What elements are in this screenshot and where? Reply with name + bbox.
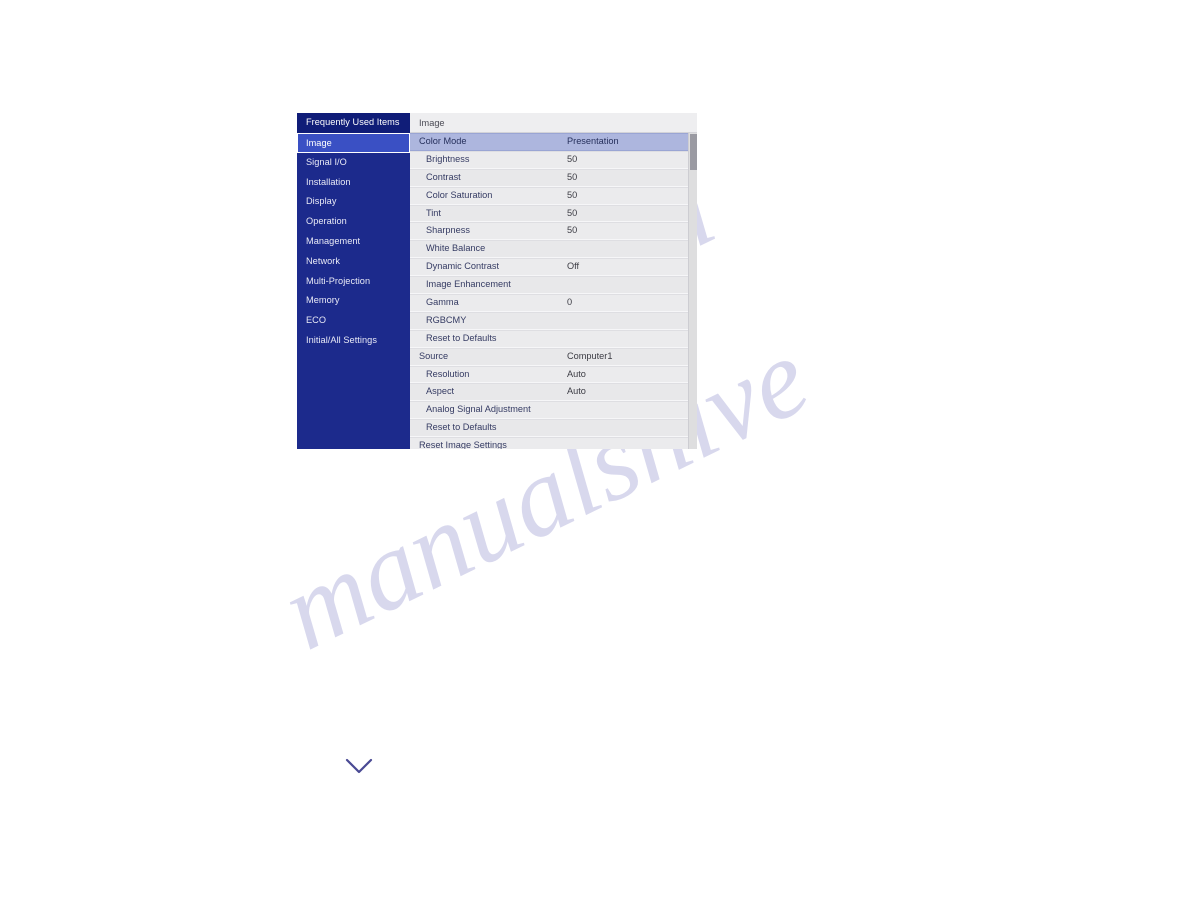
setting-label: Resolution bbox=[426, 368, 470, 379]
setting-row[interactable]: Reset Image Settings bbox=[410, 437, 688, 449]
setting-row[interactable]: Color Mode Presentation bbox=[410, 133, 688, 151]
setting-row[interactable]: Contrast 50 bbox=[410, 168, 688, 187]
setting-label: RGBCMY bbox=[426, 314, 467, 325]
setting-row[interactable]: White Balance bbox=[410, 240, 688, 259]
setting-label: Brightness bbox=[426, 153, 470, 164]
sidebar-item-management[interactable]: Management bbox=[297, 232, 410, 252]
setting-label: Reset to Defaults bbox=[426, 422, 497, 433]
setting-label: Analog Signal Adjustment bbox=[426, 404, 531, 415]
sidebar-item-operation[interactable]: Operation bbox=[297, 212, 410, 232]
pane-title: Image bbox=[410, 113, 697, 133]
setting-value: Off bbox=[567, 261, 580, 272]
setting-row[interactable]: Source Computer1 bbox=[410, 347, 688, 366]
setting-value: 50 bbox=[567, 153, 578, 164]
setting-row[interactable]: Sharpness 50 bbox=[410, 222, 688, 241]
setting-label: Image Enhancement bbox=[426, 279, 511, 290]
setting-value: 50 bbox=[567, 171, 578, 182]
setting-label: Gamma bbox=[426, 297, 459, 308]
setting-value: 50 bbox=[567, 225, 578, 236]
projector-osd-menu: Frequently Used Items Image Signal I/O Ins… bbox=[297, 113, 697, 449]
sidebar-item-display[interactable]: Display bbox=[297, 192, 410, 212]
setting-label: Tint bbox=[426, 207, 441, 218]
setting-label: Aspect bbox=[426, 386, 455, 397]
setting-row[interactable]: Tint 50 bbox=[410, 204, 688, 223]
setting-label: Color Saturation bbox=[426, 189, 493, 200]
setting-row[interactable]: Aspect Auto bbox=[410, 383, 688, 402]
sidebar-item-memory[interactable]: Memory bbox=[297, 291, 410, 311]
setting-row[interactable]: Reset to Defaults bbox=[410, 329, 688, 348]
setting-label: Source bbox=[419, 350, 449, 361]
setting-row[interactable]: Dynamic Contrast Off bbox=[410, 258, 688, 277]
setting-label: Sharpness bbox=[426, 225, 470, 236]
setting-row[interactable]: Brightness 50 bbox=[410, 150, 688, 169]
vertical-scrollbar-track[interactable] bbox=[688, 133, 697, 449]
sidebar-item-eco[interactable]: ECO bbox=[297, 311, 410, 331]
sidebar-item-network[interactable]: Network bbox=[297, 252, 410, 272]
setting-row[interactable]: Image Enhancement bbox=[410, 276, 688, 295]
setting-value: 50 bbox=[567, 189, 578, 200]
setting-label: Reset Image Settings bbox=[419, 440, 507, 449]
setting-row[interactable]: Resolution Auto bbox=[410, 365, 688, 384]
osd-sidebar: Frequently Used Items Image Signal I/O Ins… bbox=[297, 113, 410, 449]
setting-value: Auto bbox=[567, 368, 586, 379]
setting-label: Reset to Defaults bbox=[426, 332, 497, 343]
setting-value: Auto bbox=[567, 386, 586, 397]
setting-row[interactable]: Analog Signal Adjustment bbox=[410, 401, 688, 420]
setting-label: Dynamic Contrast bbox=[426, 261, 500, 272]
setting-row[interactable]: RGBCMY bbox=[410, 311, 688, 330]
settings-rows-viewport: Color Mode Presentation Brightness 50 Contra… bbox=[410, 133, 697, 449]
setting-label: White Balance bbox=[426, 243, 486, 254]
sidebar-item-signal-i-o[interactable]: Signal I/O bbox=[297, 153, 410, 173]
vertical-scrollbar-thumb[interactable] bbox=[690, 134, 697, 170]
setting-label: Contrast bbox=[426, 171, 461, 182]
osd-settings-pane: Image Color Mode Presentation Brightness 50… bbox=[410, 113, 697, 449]
setting-value: Computer1 bbox=[567, 350, 613, 361]
setting-value: Presentation bbox=[567, 136, 619, 146]
sidebar-item-initial-all-settings[interactable]: Initial/All Settings bbox=[297, 331, 410, 351]
setting-label: Color Mode bbox=[419, 136, 467, 146]
setting-value: 0 bbox=[567, 297, 573, 308]
setting-row[interactable]: Gamma 0 bbox=[410, 294, 688, 312]
chevron-down-icon bbox=[345, 757, 373, 775]
sidebar-item-image[interactable]: Image bbox=[297, 132, 410, 153]
sidebar-item-frequently-used-items[interactable]: Frequently Used Items bbox=[297, 113, 410, 133]
sidebar-item-multi-projection[interactable]: Multi-Projection bbox=[297, 272, 410, 292]
setting-row[interactable]: Reset to Defaults bbox=[410, 419, 688, 438]
setting-row[interactable]: Color Saturation 50 bbox=[410, 186, 688, 205]
sidebar-item-installation[interactable]: Installation bbox=[297, 173, 410, 193]
setting-value: 50 bbox=[567, 207, 578, 218]
